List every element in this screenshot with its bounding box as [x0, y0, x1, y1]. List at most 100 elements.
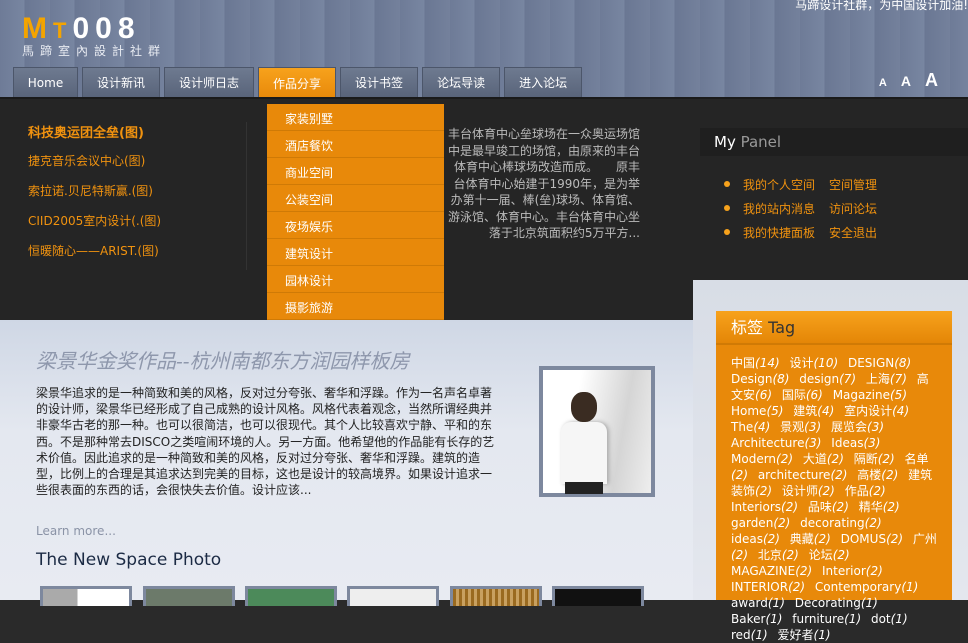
logo-text: MT008 [22, 12, 141, 45]
header: 马蹄设计社群，为中国设计加油! MT008 馬蹄室內設計社群 Home 设计新讯设… [0, 0, 968, 98]
tag-link[interactable]: Baker(1) [731, 612, 782, 626]
tag-link[interactable]: decorating(2) [800, 516, 882, 530]
font-large-button[interactable]: A [925, 70, 938, 91]
photo-thumbnail[interactable] [450, 586, 542, 606]
works-dropdown-menu: 家装别墅 酒店餐饮 商业空间 公装空间 夜场娱乐 建筑设计 园林设计 摄影旅游 [267, 104, 444, 320]
nav-tab[interactable]: 论坛导读 [422, 67, 501, 97]
tag-link[interactable]: 精华(2) [859, 500, 900, 514]
tag-link[interactable]: 中国(14) [731, 356, 780, 370]
dropdown-item[interactable]: 园林设计 [267, 266, 444, 293]
tag-link[interactable]: 大道(2) [803, 452, 844, 466]
news-item[interactable]: 科技奥运团全垒(图) [28, 122, 161, 152]
tag-link[interactable]: 北京(2) [758, 548, 799, 562]
new-space-photo-heading: The New Space Photo [36, 550, 222, 570]
article-body: 梁景华追求的是一种简致和美的风格，反对过分夸张、奢华和浮躁。作为一名声名卓著的设… [36, 386, 495, 498]
my-panel-links: 我的个人空间 空间管理 我的站内消息 访问论坛 我的快捷面板 安全退出 [724, 172, 891, 244]
tag-link[interactable]: MAGAZINE(2) [731, 564, 812, 578]
tag-link[interactable]: The(4) [731, 420, 770, 434]
news-item[interactable]: 恒暖随心——ARIST.(图) [28, 242, 161, 272]
panel-link[interactable]: 我的站内消息 [743, 200, 815, 217]
tag-list: 中国(14) 设计(10) DESIGN(8) Design(8) design… [716, 345, 952, 643]
bullet-icon [724, 181, 730, 187]
nav-tab[interactable]: Home [13, 67, 78, 97]
tag-link[interactable]: 上海(7) [866, 372, 907, 386]
dropdown-item[interactable]: 摄影旅游 [267, 293, 444, 320]
tag-link[interactable]: award(1) [731, 596, 785, 610]
photo-thumbnail[interactable] [552, 586, 644, 606]
tag-link[interactable]: Interiors(2) [731, 500, 798, 514]
tag-link[interactable]: 国际(6) [782, 388, 823, 402]
nav-tab[interactable]: 进入论坛 [504, 67, 583, 97]
tag-link[interactable]: ideas(2) [731, 532, 780, 546]
font-small-button[interactable]: A [879, 77, 887, 89]
tag-link[interactable]: Contemporary(1) [815, 580, 918, 594]
bullet-icon [724, 205, 730, 211]
panel-link[interactable]: 安全退出 [829, 224, 877, 241]
tag-link[interactable]: 设计(10) [789, 356, 838, 370]
tag-link[interactable]: red(1) [731, 628, 768, 642]
tag-link[interactable]: 隔断(2) [854, 452, 895, 466]
main-nav: Home 设计新讯 设计师日志 作品分享 设计书签 论坛导读 进入论坛 [13, 67, 583, 98]
panel-link[interactable]: 空间管理 [829, 176, 877, 193]
tag-cloud: 标签 Tag 中国(14) 设计(10) DESIGN(8) Design(8)… [716, 311, 952, 642]
dropdown-item[interactable]: 酒店餐饮 [267, 131, 444, 158]
tag-link[interactable]: Ideas(3) [831, 436, 880, 450]
font-medium-button[interactable]: A [901, 73, 911, 89]
tag-link[interactable]: 室内设计(4) [844, 404, 909, 418]
news-item[interactable]: CIID2005室内设计(.(图) [28, 212, 161, 242]
dropdown-item[interactable]: 公装空间 [267, 185, 444, 212]
tag-link[interactable]: 景观(3) [780, 420, 821, 434]
tag-link[interactable]: design(7) [799, 372, 856, 386]
tag-link[interactable]: garden(2) [731, 516, 790, 530]
photo-thumbnail[interactable] [143, 586, 235, 606]
news-item[interactable]: 捷克音乐会议中心(图) [28, 152, 161, 182]
photo-thumbnail[interactable] [347, 586, 439, 606]
tag-link[interactable]: 论坛(2) [809, 548, 850, 562]
tag-link[interactable]: 设计师(2) [782, 484, 835, 498]
nav-tab[interactable]: 设计书签 [340, 67, 419, 97]
logo[interactable]: MT008 馬蹄室內設計社群 [22, 12, 166, 59]
tag-link[interactable]: Design(8) [731, 372, 789, 386]
news-list: 科技奥运团全垒(图) 捷克音乐会议中心(图) 索拉诺.贝尼特斯赢.(图) CII… [28, 122, 161, 272]
tag-link[interactable]: dot(1) [871, 612, 908, 626]
tag-link[interactable]: 建筑(4) [793, 404, 834, 418]
panel-link[interactable]: 我的个人空间 [743, 176, 815, 193]
tag-link[interactable]: DOMUS(2) [841, 532, 903, 546]
tag-link[interactable]: Interior(2) [822, 564, 883, 578]
tag-link[interactable]: Architecture(3) [731, 436, 821, 450]
photo-thumbnail[interactable] [245, 586, 337, 606]
dropdown-item[interactable]: 家装别墅 [267, 104, 444, 131]
learn-more-link[interactable]: Learn more... [36, 524, 116, 538]
dropdown-item[interactable]: 商业空间 [267, 158, 444, 185]
tag-link[interactable]: INTERIOR(2) [731, 580, 805, 594]
article-title[interactable]: 梁景华金奖作品--杭州南都东方润园样板房 [36, 345, 410, 374]
tag-link[interactable]: 展览会(3) [831, 420, 884, 434]
news-item[interactable]: 索拉诺.贝尼特斯赢.(图) [28, 182, 161, 212]
dropdown-item[interactable]: 建筑设计 [267, 239, 444, 266]
tag-link[interactable]: Home(5) [731, 404, 783, 418]
designer-photo[interactable] [539, 366, 655, 497]
divider [246, 122, 247, 270]
panel-link[interactable]: 访问论坛 [829, 200, 877, 217]
tag-link[interactable]: 爱好者(1) [778, 628, 831, 642]
nav-tab[interactable]: 作品分享 [258, 67, 337, 98]
photo-thumbnail[interactable] [40, 586, 132, 606]
nav-tab[interactable]: 设计新讯 [82, 67, 161, 97]
dropdown-item[interactable]: 夜场娱乐 [267, 212, 444, 239]
my-panel-title: My Panel [700, 128, 968, 156]
tag-link[interactable]: 高楼(2) [857, 468, 898, 482]
nav-tab[interactable]: 设计师日志 [164, 67, 255, 97]
tag-link[interactable]: furniture(1) [792, 612, 861, 626]
tag-link[interactable]: 作品(2) [845, 484, 886, 498]
tag-link[interactable]: Modern(2) [731, 452, 793, 466]
font-size-controls: A A A [879, 70, 938, 91]
logo-subtitle: 馬蹄室內設計社群 [22, 44, 167, 58]
tag-link[interactable]: DESIGN(8) [848, 356, 911, 370]
tag-link[interactable]: architecture(2) [758, 468, 848, 482]
tag-link[interactable]: Magazine(5) [833, 388, 907, 402]
tag-link[interactable]: Decorating(1) [795, 596, 878, 610]
tag-link[interactable]: 典藏(2) [790, 532, 831, 546]
slogan: 马蹄设计社群，为中国设计加油! [795, 0, 968, 12]
panel-link[interactable]: 我的快捷面板 [743, 224, 815, 241]
tag-link[interactable]: 品味(2) [808, 500, 849, 514]
